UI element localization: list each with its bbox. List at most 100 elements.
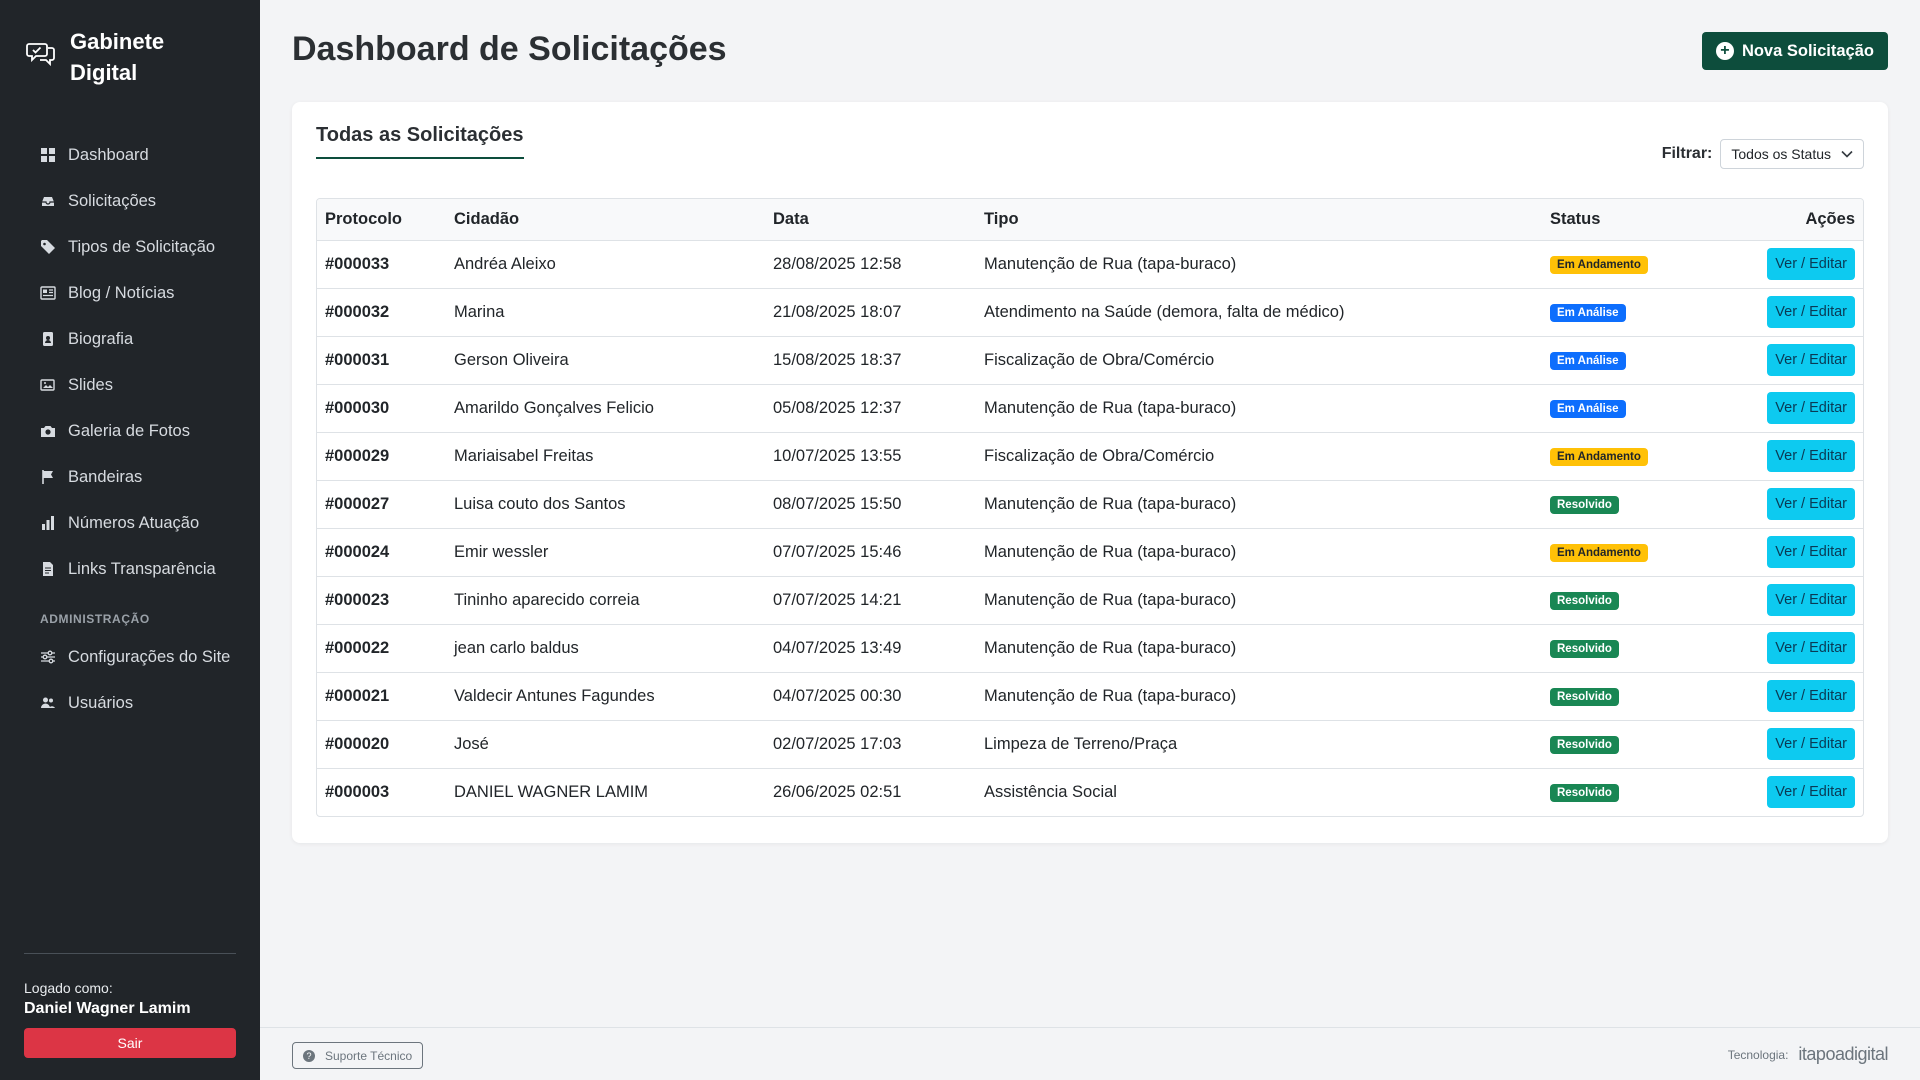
- footer: ? Suporte Técnico Tecnologia: itapoadigi…: [260, 1027, 1920, 1080]
- tech-label: Tecnologia:: [1727, 1047, 1789, 1062]
- cell-acoes: Ver / Editar: [1727, 336, 1863, 385]
- column-header-protocolo[interactable]: Protocolo: [317, 199, 446, 241]
- sidebar-item-solicitacoes[interactable]: Solicitações: [0, 178, 260, 224]
- sidebar-item-links-transparencia[interactable]: Links Transparência: [0, 546, 260, 592]
- tech-brand-logo[interactable]: itapoadigital: [1798, 1044, 1888, 1065]
- file-icon: [43, 562, 53, 576]
- cell-acoes: Ver / Editar: [1727, 288, 1863, 337]
- sidebar-item-galeria-de-fotos[interactable]: Galeria de Fotos: [0, 408, 260, 454]
- sidebar-item-blog-noticias[interactable]: Blog / Notícias: [0, 270, 260, 316]
- cell-status: Em Análise: [1542, 288, 1727, 337]
- support-button[interactable]: ? Suporte Técnico: [292, 1042, 424, 1069]
- sidebar-nav: Dashboard Solicitações Tipos de Solicita…: [0, 132, 260, 726]
- view-edit-button[interactable]: Ver / Editar: [1767, 536, 1855, 568]
- table-row: #000027 Luisa couto dos Santos 08/07/2025 …: [317, 480, 1863, 529]
- sidebar-item-bandeiras[interactable]: Bandeiras: [0, 454, 260, 500]
- sidebar-item-slides[interactable]: Slides: [0, 362, 260, 408]
- cell-acoes: Ver / Editar: [1727, 672, 1863, 721]
- cell-data: 28/08/2025 12:58: [765, 240, 976, 289]
- new-request-button[interactable]: + Nova Solicitação: [1701, 32, 1888, 70]
- cell-cidadao: Amarildo Gonçalves Felicio: [446, 384, 765, 433]
- cell-acoes: Ver / Editar: [1727, 432, 1863, 481]
- table-row: #000022 jean carlo baldus 04/07/2025 13:49…: [317, 624, 1863, 673]
- sidebar-item-usuarios[interactable]: Usuários: [0, 680, 260, 726]
- cell-data: 07/07/2025 15:46: [765, 528, 976, 577]
- status-badge: Em Análise: [1550, 304, 1626, 322]
- cell-cidadao: Mariaisabel Freitas: [446, 432, 765, 481]
- column-header-cidadao[interactable]: Cidadão: [446, 199, 765, 241]
- view-edit-button[interactable]: Ver / Editar: [1767, 392, 1855, 424]
- cell-tipo: Manutenção de Rua (tapa-buraco): [976, 240, 1542, 289]
- view-edit-button[interactable]: Ver / Editar: [1767, 584, 1855, 616]
- cell-data: 07/07/2025 14:21: [765, 576, 976, 625]
- brand[interactable]: Gabinete Digital: [26, 26, 220, 88]
- camera-icon: [41, 426, 55, 437]
- inbox-icon: [42, 197, 54, 206]
- cell-status: Em Andamento: [1542, 432, 1727, 481]
- cell-data: 05/08/2025 12:37: [765, 384, 976, 433]
- view-edit-button[interactable]: Ver / Editar: [1767, 776, 1855, 809]
- admin-section-heading: ADMINISTRAÇÃO: [40, 612, 150, 626]
- view-edit-button[interactable]: Ver / Editar: [1767, 440, 1855, 472]
- cell-tipo: Manutenção de Rua (tapa-buraco): [976, 480, 1542, 529]
- sidebar-item-numeros-atuacao[interactable]: Números Atuação: [0, 500, 260, 546]
- sidebar-item-label: Galeria de Fotos: [68, 422, 190, 440]
- cell-protocolo: #000022: [317, 624, 446, 673]
- cell-protocolo: #000032: [317, 288, 446, 337]
- cell-cidadao: Luisa couto dos Santos: [446, 480, 765, 529]
- table-row: #000031 Gerson Oliveira 15/08/2025 18:37 Fi…: [317, 336, 1863, 385]
- view-edit-button[interactable]: Ver / Editar: [1767, 680, 1855, 712]
- cell-acoes: Ver / Editar: [1727, 384, 1863, 433]
- filter-label: Filtrar:: [1661, 145, 1713, 162]
- cell-cidadao: DANIEL WAGNER LAMIM: [454, 782, 649, 801]
- cell-protocolo: #000024: [317, 528, 446, 577]
- view-edit-button[interactable]: Ver / Editar: [1767, 344, 1855, 376]
- status-badge: Resolvido: [1550, 592, 1619, 610]
- cell-acoes: Ver / Editar: [1727, 576, 1863, 625]
- view-edit-button[interactable]: Ver / Editar: [1767, 248, 1855, 280]
- view-edit-button[interactable]: Ver / Editar: [1767, 488, 1855, 520]
- table-row: #000020 José 02/07/2025 17:03 Limpeza de Te…: [317, 720, 1863, 769]
- cell-cidadao: Valdecir Antunes Fagundes: [446, 672, 765, 721]
- status-badge: Em Andamento: [1550, 256, 1648, 274]
- view-edit-button[interactable]: Ver / Editar: [1767, 728, 1855, 760]
- tech-credit: Tecnologia: itapoadigital: [1727, 1044, 1889, 1065]
- question-circle-icon: ?: [303, 1049, 315, 1062]
- logged-user-name: Daniel Wagner Lamim: [24, 1000, 191, 1017]
- cell-protocolo: #000033: [317, 240, 446, 289]
- status-filter-select[interactable]: Todos os Status: [1720, 139, 1864, 169]
- column-header-tipo[interactable]: Tipo: [976, 199, 1542, 241]
- logout-button[interactable]: Sair: [24, 1028, 236, 1058]
- chat-bubbles-icon: [26, 43, 55, 67]
- table-row: #000032 Marina 21/08/2025 18:07 Atendimento…: [317, 288, 1863, 337]
- column-header-status[interactable]: Status: [1542, 199, 1727, 241]
- requests-card: Todas as Solicitações Filtrar: Todos os …: [292, 102, 1888, 843]
- images-icon: [40, 379, 55, 391]
- status-badge: Resolvido: [1550, 736, 1619, 754]
- cell-data: 02/07/2025 17:03: [765, 720, 976, 769]
- table-row: #000030 Amarildo Gonçalves Felicio 05/08/2…: [317, 384, 1863, 433]
- column-header-acoes: Ações: [1727, 199, 1863, 241]
- view-edit-button[interactable]: Ver / Editar: [1767, 632, 1855, 664]
- cell-tipo: Manutenção de Rua (tapa-buraco): [976, 384, 1542, 433]
- sidebar-item-label: Dashboard: [68, 146, 149, 164]
- cell-protocolo: #000031: [317, 336, 446, 385]
- sidebar-item-label: Configurações do Site: [68, 648, 231, 666]
- view-edit-button[interactable]: Ver / Editar: [1767, 296, 1855, 328]
- cell-acoes: Ver / Editar: [1727, 480, 1863, 529]
- status-badge: Resolvido: [1550, 496, 1619, 514]
- sidebar-item-configuracoes-do-site[interactable]: Configurações do Site: [0, 634, 260, 680]
- sidebar-item-tipos-de-solicitacao[interactable]: Tipos de Solicitação: [0, 224, 260, 270]
- column-header-data[interactable]: Data: [765, 199, 976, 241]
- cell-data: 10/07/2025 13:55: [765, 432, 976, 481]
- sidebar-item-biografia[interactable]: Biografia: [0, 316, 260, 362]
- cell-tipo: Fiscalização de Obra/Comércio: [976, 336, 1542, 385]
- cell-tipo: Atendimento na Saúde (demora, falta de m…: [976, 288, 1542, 337]
- filter-selected-value: Todos os Status: [1731, 146, 1831, 162]
- cell-protocolo: #000023: [317, 576, 446, 625]
- cell-data: 26/06/2025 02:51: [773, 782, 902, 801]
- sidebar-item-dashboard[interactable]: Dashboard: [0, 132, 260, 178]
- card-title: Todas as Solicitações: [316, 124, 524, 159]
- cell-protocolo: #000020: [317, 720, 446, 769]
- logged-as-label: Logado como:: [24, 980, 113, 996]
